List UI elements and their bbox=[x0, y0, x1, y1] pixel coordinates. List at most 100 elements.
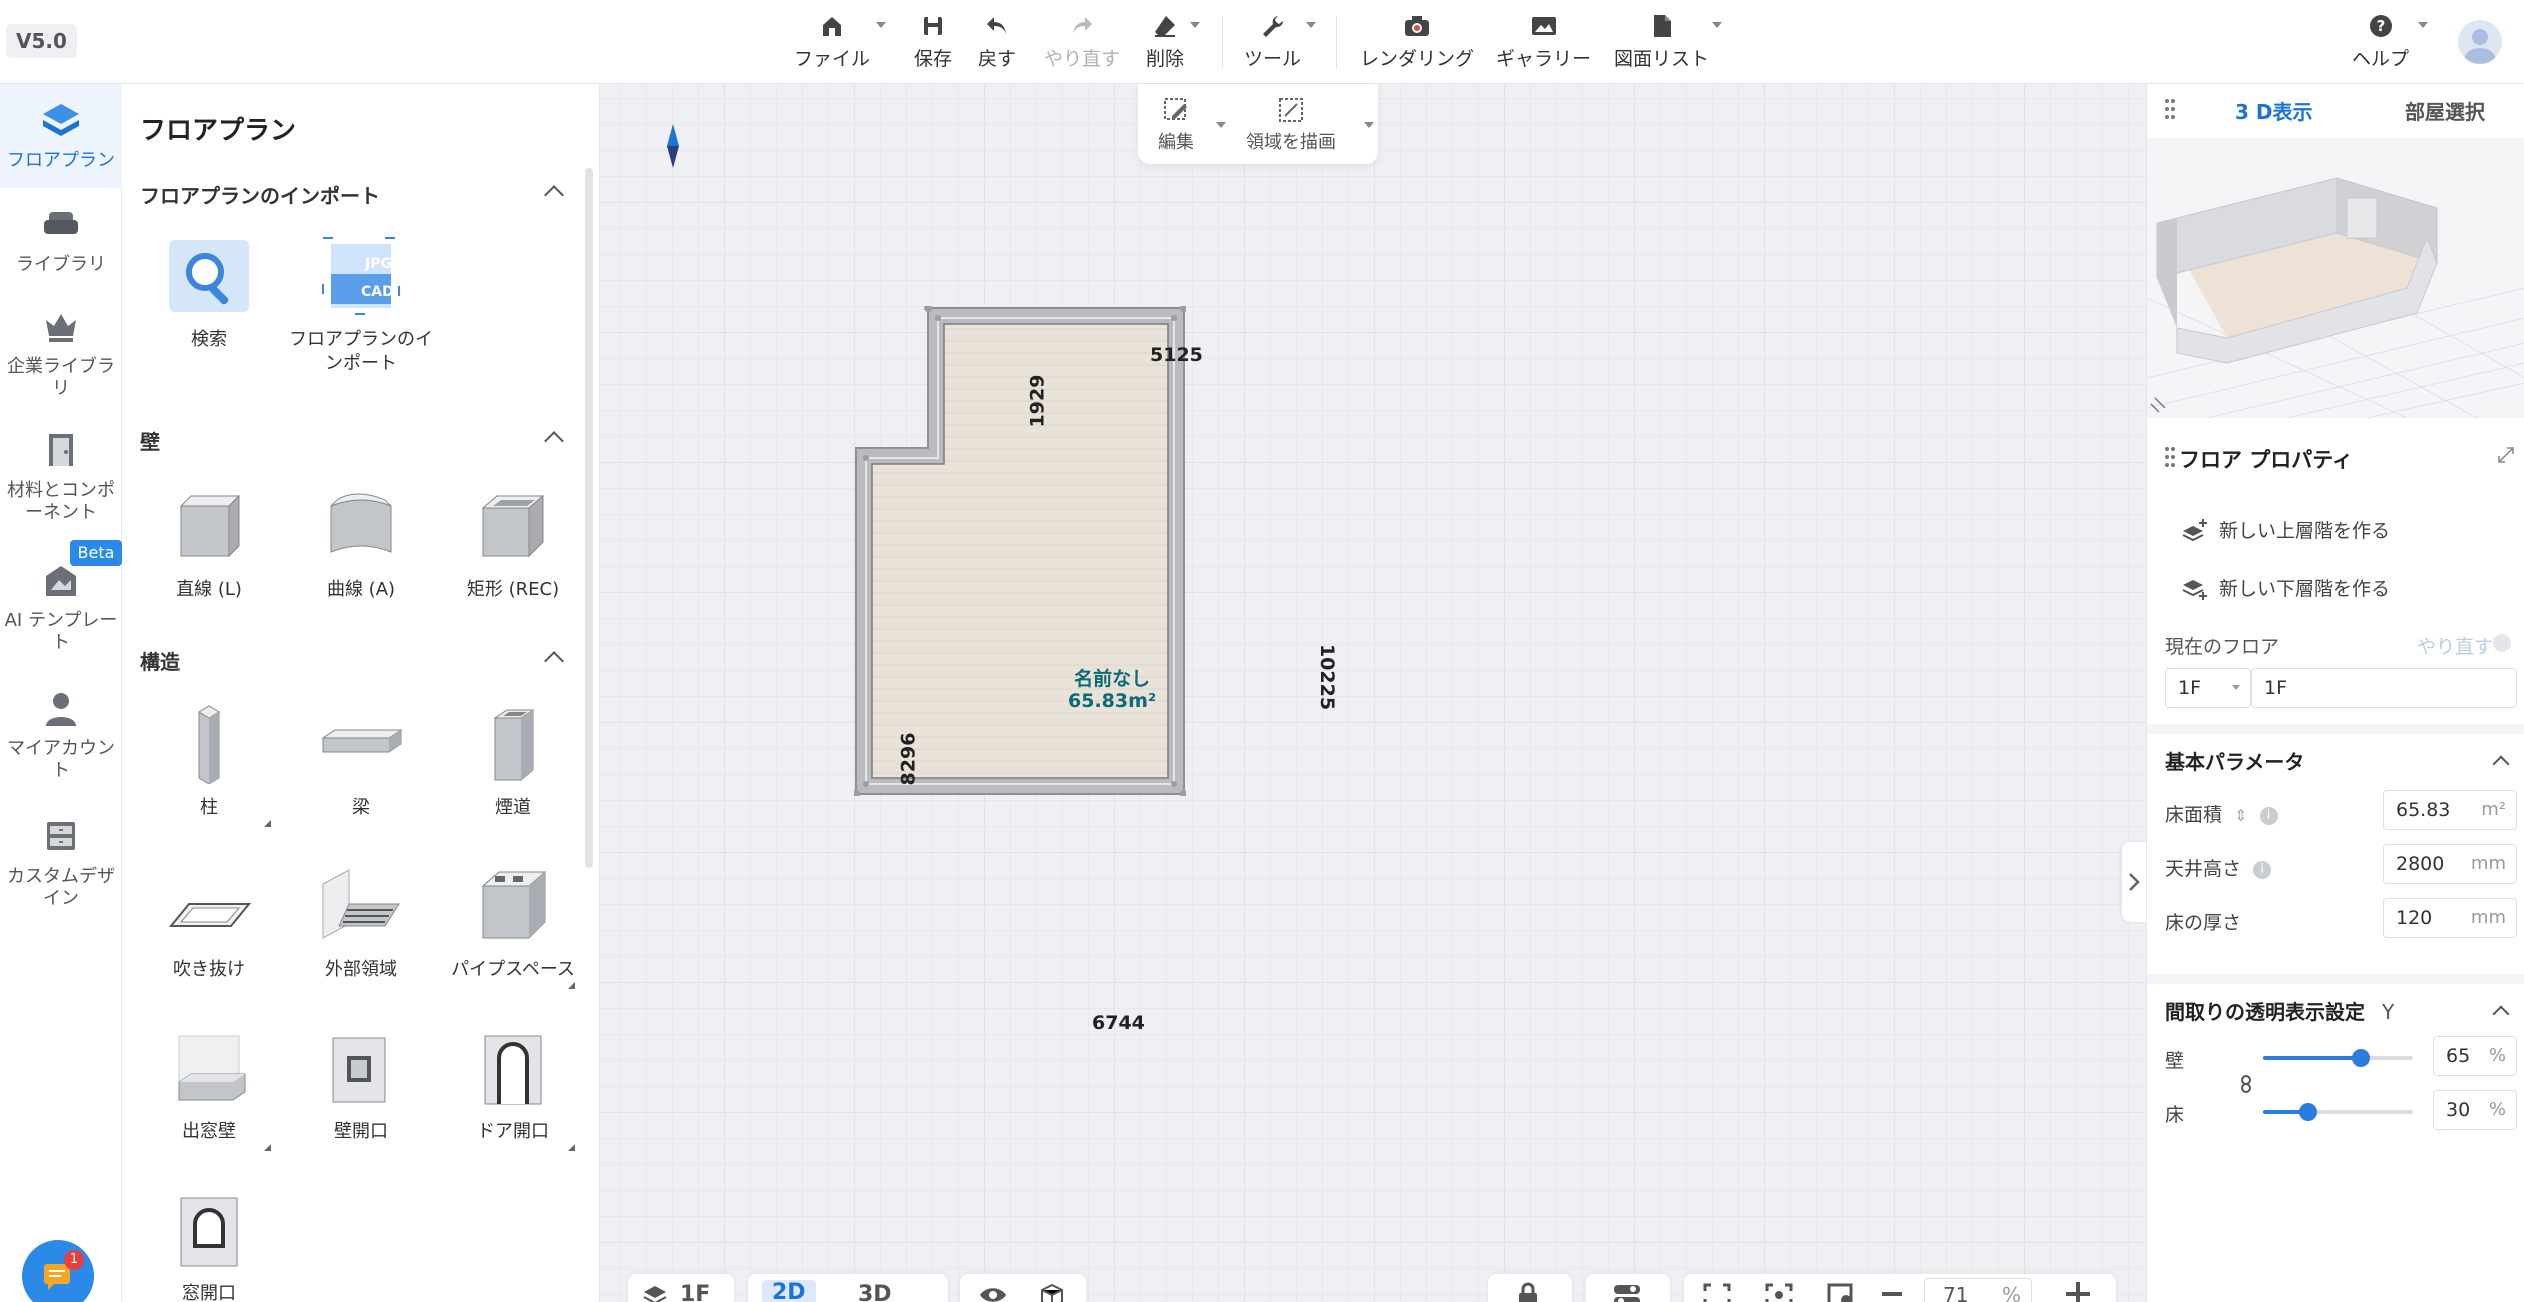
collapse-transparency-icon[interactable] bbox=[2492, 1005, 2510, 1023]
tile-column[interactable]: 柱 bbox=[134, 702, 284, 820]
rail-item-enterprise-library[interactable]: 企業ライブラリ bbox=[0, 304, 122, 400]
help-caret-icon[interactable] bbox=[2418, 22, 2428, 28]
tile-import-floorplan[interactable]: JPG CAD フロアプランのインポート bbox=[286, 234, 436, 376]
rail-item-floorplan[interactable]: フロアプラン bbox=[0, 84, 122, 188]
floorplan-canvas[interactable]: 編集 領域を描画 5125 1929 8296 10225 6744 名前なし … bbox=[600, 84, 2146, 1302]
wall-slider-knob[interactable] bbox=[2351, 1049, 2370, 1067]
avatar[interactable] bbox=[2458, 20, 2502, 64]
toggle-button[interactable] bbox=[1586, 1274, 1670, 1302]
dimension-top[interactable]: 5125 bbox=[1150, 344, 1203, 366]
floor-area-input[interactable]: 65.83 m² bbox=[2383, 790, 2517, 830]
lock-button[interactable] bbox=[1488, 1274, 1572, 1302]
3d-preview[interactable] bbox=[2147, 138, 2524, 418]
pipe-space-expand-icon[interactable] bbox=[568, 982, 575, 989]
column-expand-icon[interactable] bbox=[264, 820, 271, 827]
screenshot-icon[interactable] bbox=[1826, 1282, 1856, 1302]
save-button[interactable]: 保存 bbox=[914, 12, 952, 74]
bay-window-expand-icon[interactable] bbox=[264, 1144, 271, 1151]
zoom-input[interactable]: 71 % bbox=[1924, 1278, 2032, 1302]
sort-icon[interactable]: ⇕ bbox=[2234, 806, 2247, 825]
floor-name-input[interactable]: 1F bbox=[2251, 668, 2517, 708]
help-button[interactable]: ? ヘルプ bbox=[2352, 12, 2409, 74]
delete-button[interactable]: 削除 bbox=[1146, 12, 1184, 74]
tile-window-opening[interactable]: 窓開口 bbox=[134, 1188, 284, 1302]
fit-view-icon[interactable] bbox=[1702, 1282, 1732, 1302]
eye-icon[interactable] bbox=[978, 1284, 1008, 1302]
tile-void[interactable]: 吹き抜け bbox=[134, 864, 284, 982]
collapse-import-icon[interactable] bbox=[544, 185, 564, 205]
new-upper-floor-button[interactable]: 新しい上層階を作る bbox=[2181, 516, 2390, 543]
draw-area-caret-icon[interactable] bbox=[1364, 122, 1374, 128]
wall-transparency-input[interactable]: 65 % bbox=[2433, 1036, 2517, 1076]
tab-3d-view[interactable]: 3 D表示 bbox=[2235, 96, 2312, 125]
cube-icon[interactable] bbox=[1038, 1282, 1066, 1302]
tile-wall-curved[interactable]: 曲線 (A) bbox=[286, 484, 436, 602]
drawing-list-caret-icon[interactable] bbox=[1712, 22, 1722, 28]
tab-room-select[interactable]: 部屋選択 bbox=[2405, 96, 2485, 125]
tile-flue[interactable]: 煙道 bbox=[438, 702, 588, 820]
dimension-right[interactable]: 10225 bbox=[1316, 644, 1338, 710]
dimension-bottom[interactable]: 6744 bbox=[1092, 1012, 1145, 1034]
wall-transparency-slider[interactable] bbox=[2263, 1049, 2413, 1067]
expand-icon[interactable] bbox=[2497, 446, 2515, 464]
section-divider bbox=[2147, 724, 2524, 734]
room-label[interactable]: 名前なし 65.83m² bbox=[1068, 668, 1156, 712]
ceiling-height-value: 2800 bbox=[2396, 853, 2445, 875]
focus-icon[interactable] bbox=[1764, 1282, 1794, 1302]
edit-caret-icon[interactable] bbox=[1216, 122, 1226, 128]
gallery-button[interactable]: ギャラリー bbox=[1496, 12, 1591, 74]
flue-icon bbox=[471, 702, 555, 786]
file-caret-icon[interactable] bbox=[876, 22, 886, 28]
collapse-basic-icon[interactable] bbox=[2492, 755, 2510, 773]
tile-door-opening[interactable]: ドア開口 bbox=[438, 1026, 588, 1144]
collapse-wall-icon[interactable] bbox=[544, 431, 564, 451]
tile-search[interactable]: 検索 bbox=[134, 234, 284, 352]
new-lower-floor-button[interactable]: 新しい下層階を作る bbox=[2181, 574, 2390, 601]
rendering-button[interactable]: レンダリング bbox=[1360, 12, 1474, 74]
draw-area-button[interactable]: 領域を描画 bbox=[1246, 96, 1336, 154]
drag-handle-icon[interactable] bbox=[2165, 98, 2175, 120]
delete-caret-icon[interactable] bbox=[1190, 22, 1200, 28]
redo-floor-button[interactable]: やり直す bbox=[2417, 632, 2493, 659]
floor-switcher[interactable]: 1F bbox=[628, 1274, 734, 1302]
drag-handle-icon[interactable] bbox=[2165, 446, 2175, 468]
edit-button[interactable]: 編集 bbox=[1158, 96, 1194, 154]
collapse-structure-icon[interactable] bbox=[544, 651, 564, 671]
file-menu-button[interactable]: ファイル bbox=[794, 12, 870, 74]
door-opening-expand-icon[interactable] bbox=[568, 1144, 575, 1151]
rail-item-library[interactable]: ライブラリ bbox=[0, 202, 122, 276]
view-3d-button[interactable]: 3D bbox=[858, 1282, 892, 1302]
tile-beam[interactable]: 梁 bbox=[286, 702, 436, 820]
floor-slider-knob[interactable] bbox=[2299, 1103, 2317, 1121]
floor-select[interactable]: 1F bbox=[2165, 668, 2251, 708]
compass-icon[interactable] bbox=[666, 124, 680, 172]
floor-transparency-input[interactable]: 30 % bbox=[2433, 1090, 2517, 1130]
zoom-out-button[interactable] bbox=[1882, 1292, 1902, 1296]
tile-wall-rectangle[interactable]: 矩形 (REC) bbox=[438, 484, 588, 602]
ceiling-height-input[interactable]: 2800 mm bbox=[2383, 844, 2517, 884]
floor-thickness-input[interactable]: 120 mm bbox=[2383, 898, 2517, 938]
dimension-notch[interactable]: 1929 bbox=[1026, 375, 1048, 428]
room-plan[interactable] bbox=[854, 306, 1186, 796]
link-icon[interactable] bbox=[2239, 1074, 2253, 1094]
chat-button[interactable]: 1 bbox=[22, 1240, 94, 1302]
tile-exterior-area[interactable]: 外部領域 bbox=[286, 864, 436, 982]
right-panel-collapse-button[interactable] bbox=[2122, 842, 2146, 922]
tools-caret-icon[interactable] bbox=[1306, 22, 1316, 28]
tile-pipe-space[interactable]: パイプスペース bbox=[438, 864, 588, 982]
drawing-list-button[interactable]: 図面リスト bbox=[1614, 12, 1709, 74]
undo-button[interactable]: 戻す bbox=[978, 12, 1016, 74]
view-2d-button[interactable]: 2D bbox=[762, 1280, 816, 1302]
rail-item-ai-template[interactable]: AI テンプレート bbox=[0, 558, 122, 654]
zoom-in-button[interactable] bbox=[2066, 1282, 2090, 1302]
rail-item-custom-design[interactable]: カスタムデザイン bbox=[0, 814, 122, 910]
rail-item-materials[interactable]: 材料とコンポーネント bbox=[0, 428, 122, 524]
dimension-left[interactable]: 8296 bbox=[897, 733, 919, 786]
rail-item-my-account[interactable]: マイアカウント bbox=[0, 686, 122, 782]
tile-bay-window-wall[interactable]: 出窓壁 bbox=[134, 1026, 284, 1144]
tools-menu-button[interactable]: ツール bbox=[1244, 12, 1301, 74]
tile-wall-opening[interactable]: 壁開口 bbox=[286, 1026, 436, 1144]
floor-transparency-slider[interactable] bbox=[2263, 1103, 2413, 1121]
tile-wall-straight[interactable]: 直線 (L) bbox=[134, 484, 284, 602]
redo-button[interactable]: やり直す bbox=[1044, 12, 1120, 74]
